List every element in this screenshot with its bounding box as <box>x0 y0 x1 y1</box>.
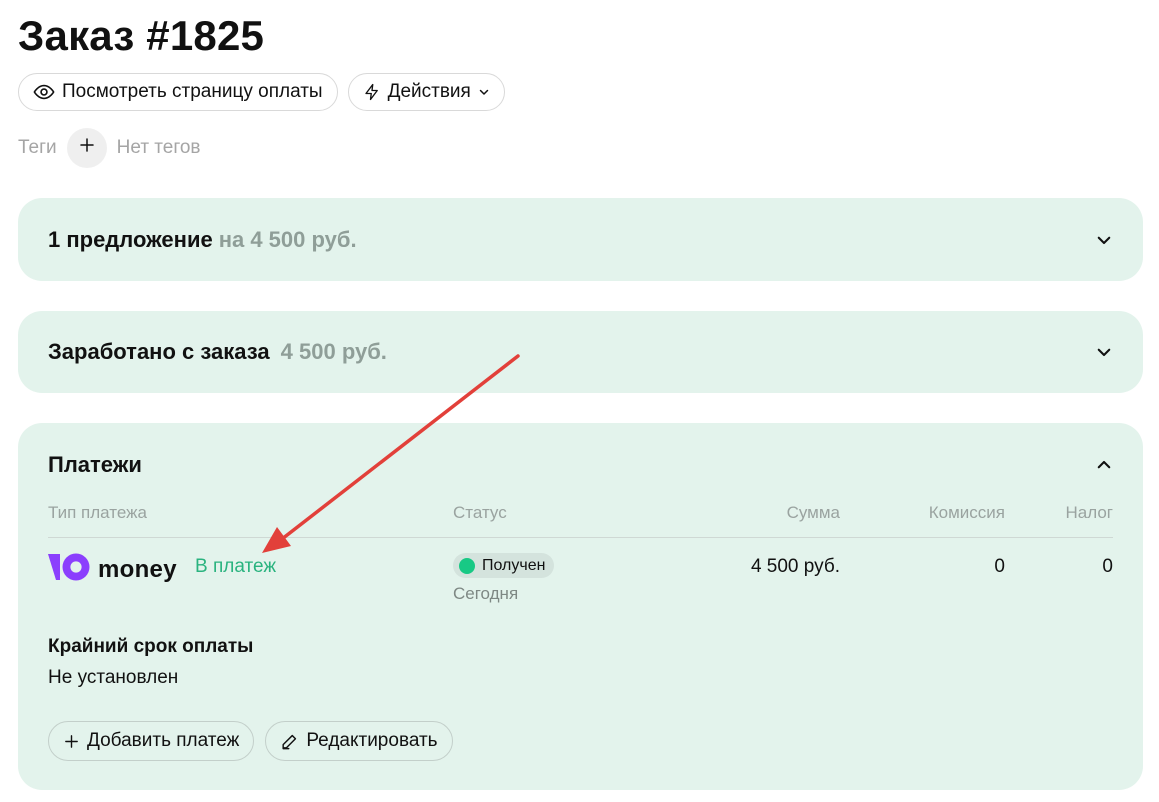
plus-icon <box>63 733 80 750</box>
tags-row: Теги Нет тегов <box>18 128 201 168</box>
add-payment-label: Добавить платеж <box>87 730 240 751</box>
pencil-icon <box>280 732 299 751</box>
page-title: Заказ #1825 <box>18 12 265 59</box>
earned-card: Заработано с заказа 4 500 руб. <box>18 311 1143 393</box>
offers-amount: на 4 500 руб. <box>218 226 357 252</box>
chevron-down-icon <box>478 86 490 98</box>
offers-card-title: 1 предложение на 4 500 руб. <box>48 227 357 253</box>
column-header-sum: Сумма <box>786 503 840 522</box>
payments-card-title: Платежи <box>48 452 142 477</box>
payments-actions: Добавить платеж Редактировать <box>48 721 453 761</box>
chevron-down-icon[interactable] <box>1095 343 1113 361</box>
view-payment-page-button[interactable]: Посмотреть страницу оплаты <box>18 73 338 111</box>
status-text: Получен <box>482 556 546 574</box>
chevron-up-icon[interactable] <box>1095 456 1113 474</box>
tags-label: Теги <box>18 137 57 158</box>
toolbar: Посмотреть страницу оплаты Действия <box>18 73 505 111</box>
column-header-commission: Комиссия <box>928 503 1005 522</box>
earned-card-header[interactable]: Заработано с заказа 4 500 руб. <box>48 311 1113 393</box>
status-date: Сегодня <box>453 584 519 603</box>
offers-card: 1 предложение на 4 500 руб. <box>18 198 1143 281</box>
chevron-down-icon[interactable] <box>1095 231 1113 249</box>
order-page: Заказ #1825 Посмотреть страницу оплаты Д… <box>0 0 1159 802</box>
lightning-icon <box>363 82 381 102</box>
payments-card-header[interactable]: Платежи <box>48 443 1113 487</box>
no-tags-text: Нет тегов <box>116 137 201 158</box>
yoomoney-logo-icon <box>48 553 90 586</box>
open-payment-link[interactable]: В платеж <box>195 556 276 578</box>
provider-name: money <box>98 555 177 583</box>
payments-card: Платежи Тип платежа Статус Сумма Комисси… <box>18 423 1143 790</box>
status-dot-icon <box>459 557 475 574</box>
earned-card-title: Заработано с заказа 4 500 руб. <box>48 339 387 365</box>
column-header-status: Статус <box>453 503 507 522</box>
add-tag-button[interactable] <box>66 128 107 168</box>
status-badge: Получен <box>453 553 555 578</box>
deadline-label: Крайний срок оплаты <box>48 636 254 657</box>
table-divider <box>48 537 1113 538</box>
yoomoney-logo: money <box>48 553 177 586</box>
column-header-tax: Налог <box>1065 503 1114 522</box>
offers-card-header[interactable]: 1 предложение на 4 500 руб. <box>48 198 1113 281</box>
payment-sum: 4 500 руб. <box>750 556 840 577</box>
eye-icon <box>33 81 55 103</box>
add-payment-button[interactable]: Добавить платеж <box>48 721 255 761</box>
payment-tax: 0 <box>1102 556 1113 577</box>
deadline-value: Не установлен <box>48 667 179 688</box>
payment-commission: 0 <box>994 556 1005 577</box>
actions-dropdown-button[interactable]: Действия <box>347 73 505 111</box>
edit-button[interactable]: Редактировать <box>265 721 453 761</box>
plus-icon <box>78 136 96 160</box>
column-header-type: Тип платежа <box>48 503 147 522</box>
earned-amount: 4 500 руб. <box>280 339 387 364</box>
edit-label: Редактировать <box>306 730 438 751</box>
view-payment-page-label: Посмотреть страницу оплаты <box>62 81 323 102</box>
earned-label: Заработано с заказа <box>48 339 270 364</box>
actions-label: Действия <box>387 81 471 102</box>
offers-count: 1 предложение <box>48 226 213 252</box>
